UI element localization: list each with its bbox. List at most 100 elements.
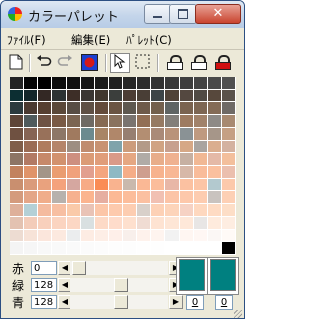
palette-cell[interactable]	[108, 178, 123, 192]
palette-cell[interactable]	[193, 89, 208, 103]
palette-cell[interactable]	[10, 191, 25, 205]
redo-icon[interactable]	[56, 54, 74, 72]
palette-cell[interactable]	[179, 77, 194, 90]
close-button[interactable]: ✕	[195, 4, 241, 24]
palette-cell[interactable]	[80, 242, 95, 255]
lock-red-icon[interactable]	[215, 55, 231, 70]
palette-cell[interactable]	[108, 140, 123, 154]
palette-cell[interactable]	[137, 216, 152, 230]
palette-cell[interactable]	[24, 89, 39, 103]
palette-cell[interactable]	[207, 229, 222, 243]
palette-cell[interactable]	[80, 229, 95, 243]
palette-cell[interactable]	[193, 140, 208, 154]
swatch-index[interactable]: 0	[215, 295, 233, 310]
palette-cell[interactable]	[207, 153, 222, 166]
palette-cell[interactable]	[108, 153, 123, 166]
palette-cell[interactable]	[66, 77, 81, 90]
palette-cell[interactable]	[52, 153, 67, 166]
palette-cell[interactable]	[108, 102, 123, 116]
slider-thumb[interactable]	[114, 278, 128, 292]
palette-cell[interactable]	[24, 229, 39, 243]
palette-cell[interactable]	[221, 153, 236, 166]
palette-cell[interactable]	[137, 242, 152, 255]
palette-cell[interactable]	[151, 229, 166, 243]
palette-cell[interactable]	[52, 140, 67, 154]
palette-cell[interactable]	[80, 191, 95, 205]
palette-cell[interactable]	[151, 191, 166, 205]
palette-cell[interactable]	[94, 89, 109, 103]
palette-cell[interactable]	[179, 191, 194, 205]
palette-cell[interactable]	[193, 229, 208, 243]
title-bar[interactable]: カラーパレット ✕	[1, 1, 244, 28]
palette-cell[interactable]	[193, 115, 208, 128]
palette-cell[interactable]	[24, 127, 39, 141]
palette-cell[interactable]	[207, 115, 222, 128]
palette-cell[interactable]	[137, 115, 152, 128]
palette-cell[interactable]	[52, 216, 67, 230]
palette-cell[interactable]	[193, 166, 208, 179]
palette-cell[interactable]	[80, 140, 95, 154]
palette-cell[interactable]	[66, 216, 81, 230]
palette-cell[interactable]	[137, 140, 152, 154]
palette-cell[interactable]	[179, 102, 194, 116]
palette-cell[interactable]	[221, 204, 236, 217]
menu-edit[interactable]: 編集(E)	[71, 32, 110, 48]
palette-cell[interactable]	[137, 89, 152, 103]
palette-cell[interactable]	[179, 127, 194, 141]
palette-cell[interactable]	[10, 140, 25, 154]
palette-cell[interactable]	[193, 191, 208, 205]
palette-cell[interactable]	[66, 89, 81, 103]
palette-cell[interactable]	[193, 102, 208, 116]
palette-cell[interactable]	[52, 89, 67, 103]
palette-cell[interactable]	[66, 102, 81, 116]
palette-cell[interactable]	[94, 191, 109, 205]
palette-cell[interactable]	[94, 153, 109, 166]
palette-cell[interactable]	[179, 166, 194, 179]
palette-cell[interactable]	[137, 204, 152, 217]
palette-cell[interactable]	[179, 140, 194, 154]
palette-cell[interactable]	[193, 216, 208, 230]
palette-cell[interactable]	[66, 242, 81, 255]
palette-cell[interactable]	[123, 229, 138, 243]
palette-cell[interactable]	[207, 204, 222, 217]
palette-cell[interactable]	[66, 229, 81, 243]
palette-cell[interactable]	[165, 229, 180, 243]
palette-cell[interactable]	[24, 115, 39, 128]
palette-cell[interactable]	[165, 102, 180, 116]
palette-cell[interactable]	[94, 140, 109, 154]
palette-cell[interactable]	[10, 204, 25, 217]
palette-cell[interactable]	[108, 89, 123, 103]
palette-cell[interactable]	[52, 178, 67, 192]
palette-cell[interactable]	[108, 115, 123, 128]
palette-cell[interactable]	[24, 204, 39, 217]
palette-cell[interactable]	[207, 140, 222, 154]
palette-cell[interactable]	[221, 102, 236, 116]
palette-cell[interactable]	[137, 102, 152, 116]
palette-cell[interactable]	[123, 242, 138, 255]
palette-cell[interactable]	[193, 153, 208, 166]
palette-cell[interactable]	[80, 115, 95, 128]
palette-cell[interactable]	[10, 77, 25, 90]
palette-cell[interactable]	[52, 102, 67, 116]
palette-cell[interactable]	[94, 178, 109, 192]
palette-cell[interactable]	[165, 89, 180, 103]
palette-cell[interactable]	[52, 77, 67, 90]
slider-thumb[interactable]	[72, 261, 86, 275]
palette-cell[interactable]	[38, 178, 53, 192]
palette-cell[interactable]	[38, 204, 53, 217]
palette-cell[interactable]	[52, 166, 67, 179]
palette-cell[interactable]	[179, 204, 194, 217]
palette-cell[interactable]	[94, 242, 109, 255]
palette-cell[interactable]	[207, 77, 222, 90]
palette-cell[interactable]	[207, 127, 222, 141]
palette-cell[interactable]	[165, 216, 180, 230]
palette-cell[interactable]	[24, 191, 39, 205]
palette-cell[interactable]	[52, 115, 67, 128]
palette-cell[interactable]	[10, 229, 25, 243]
palette-cell[interactable]	[108, 229, 123, 243]
palette-cell[interactable]	[108, 166, 123, 179]
lock-closed-icon[interactable]	[191, 55, 207, 70]
palette-cell[interactable]	[179, 115, 194, 128]
palette-cell[interactable]	[221, 178, 236, 192]
palette-cell[interactable]	[123, 89, 138, 103]
